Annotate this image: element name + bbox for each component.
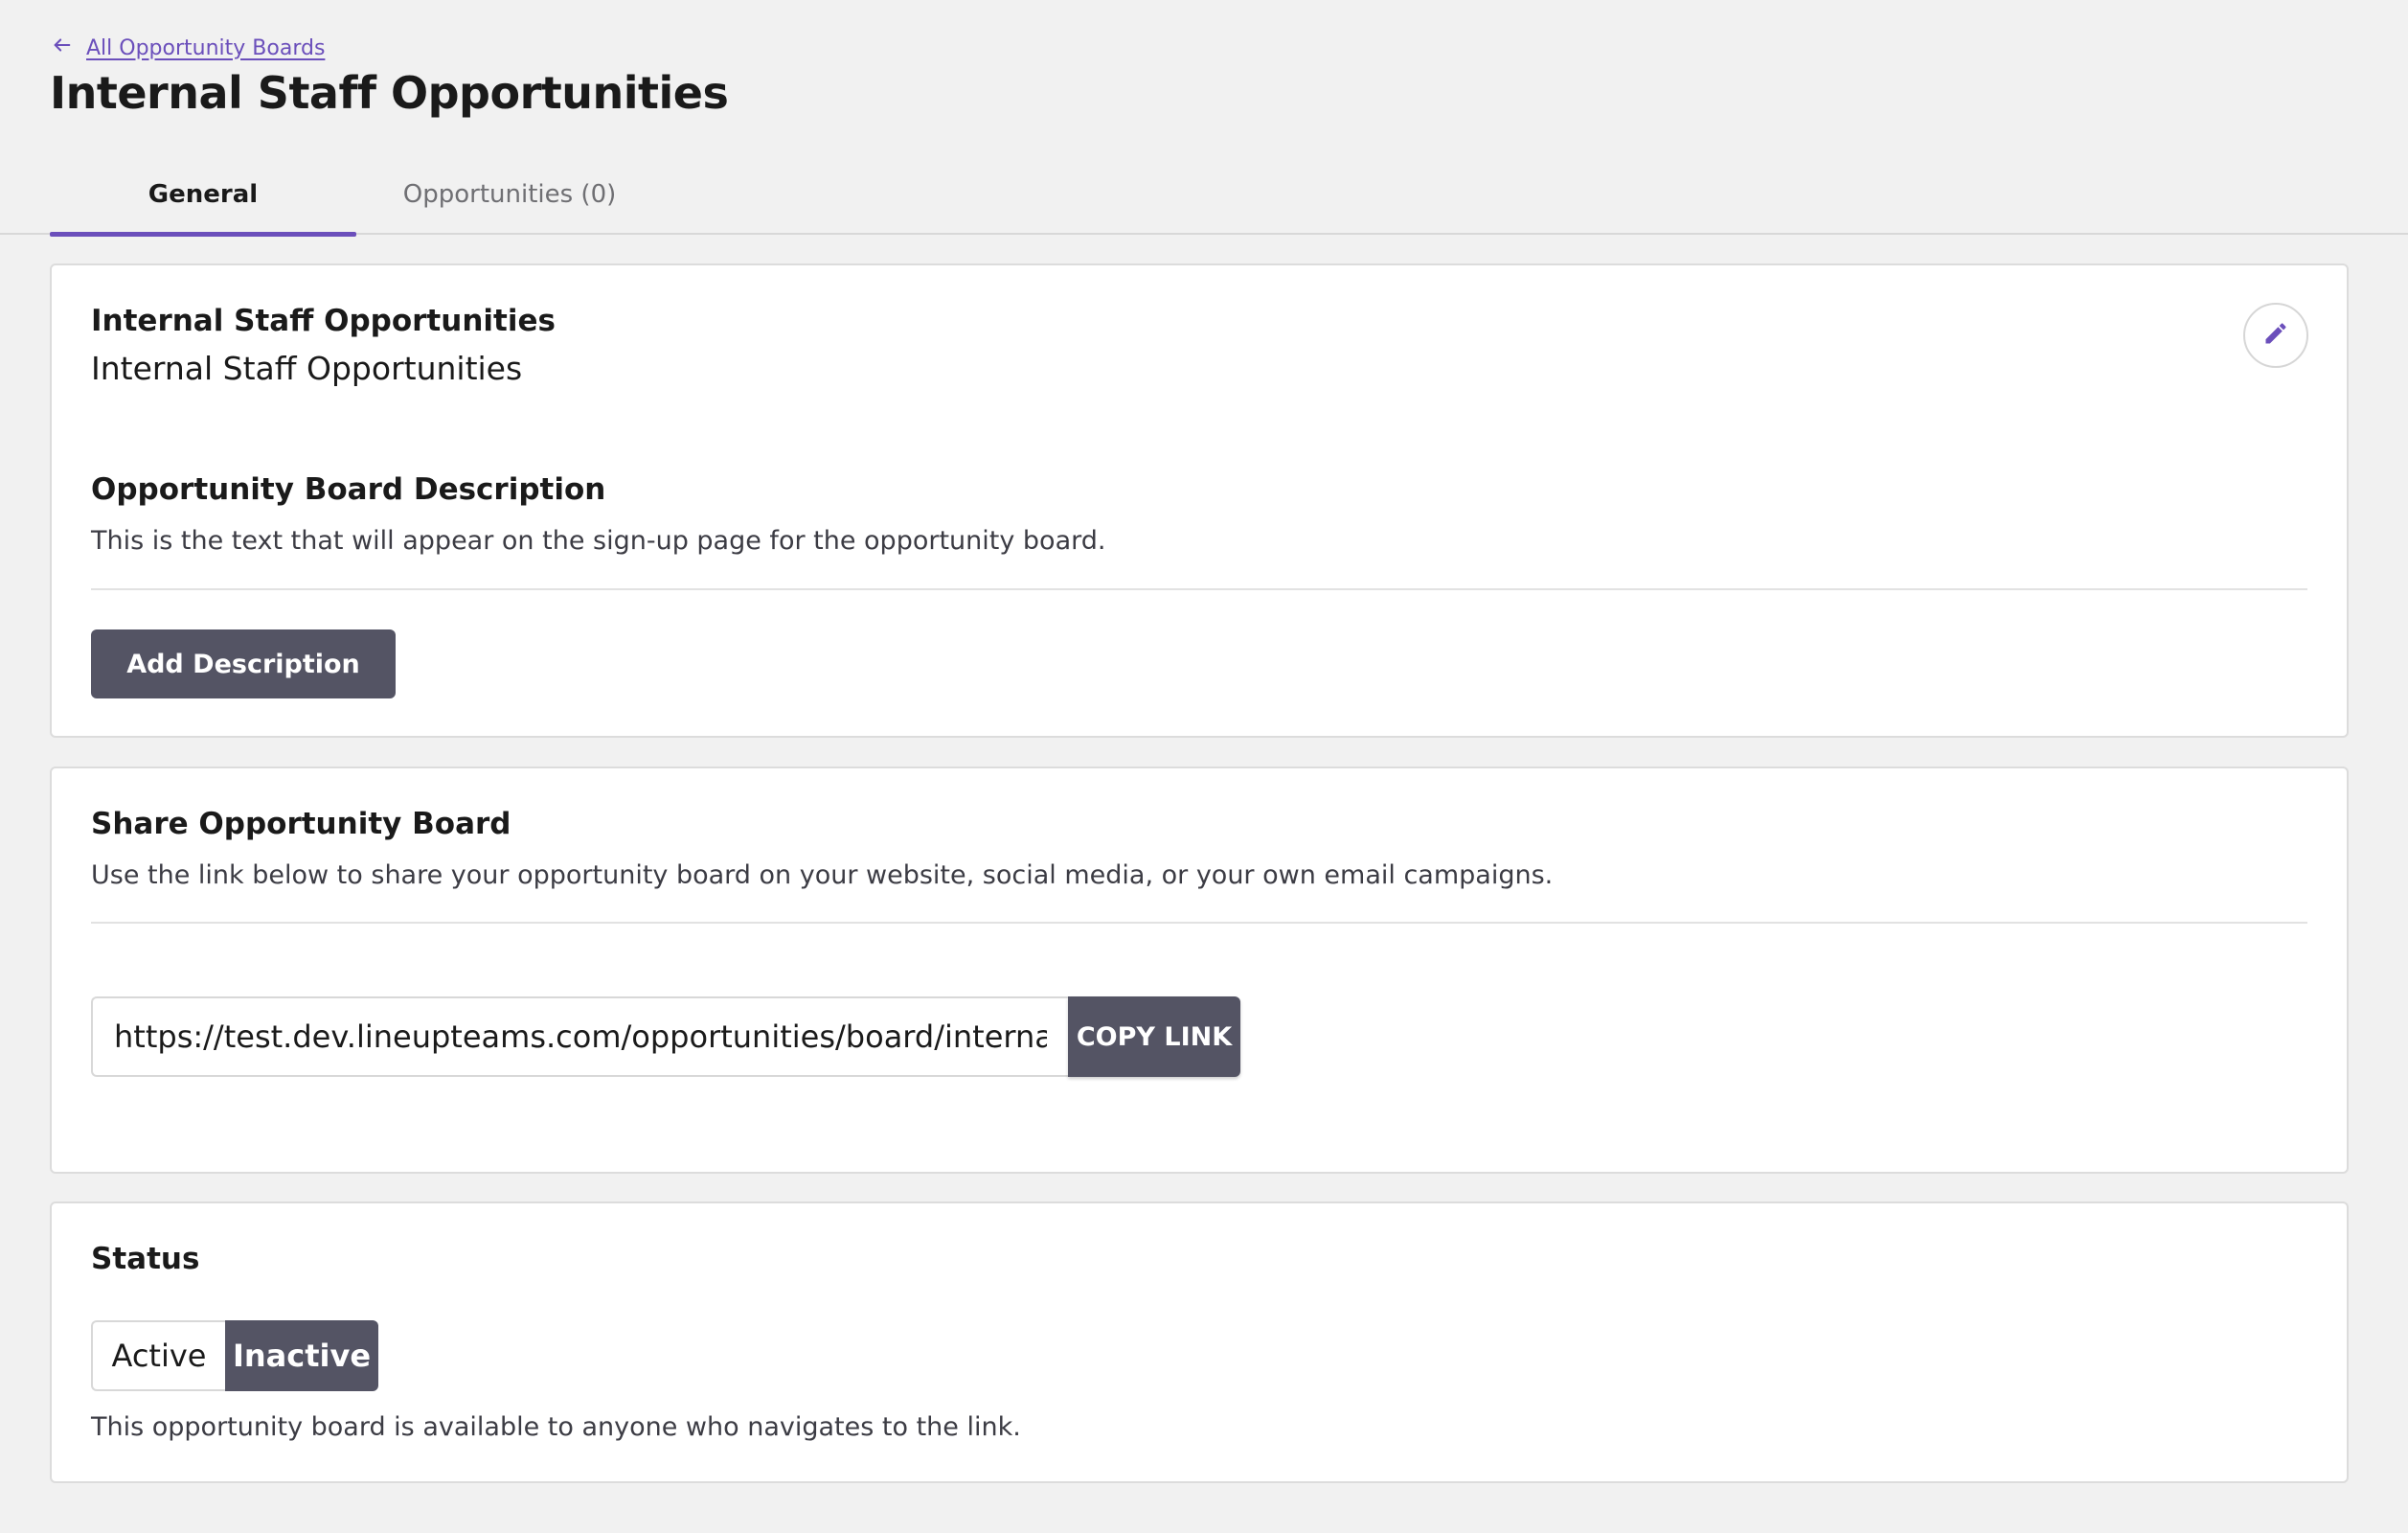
board-name-value: Internal Staff Opportunities (91, 350, 523, 387)
status-help-text: This opportunity board is available to a… (91, 1412, 1021, 1442)
page-title: Internal Staff Opportunities (50, 67, 729, 119)
share-link-input[interactable] (91, 996, 1068, 1077)
share-heading: Share Opportunity Board (91, 807, 511, 841)
add-description-button[interactable]: Add Description (91, 629, 396, 698)
back-link-label[interactable]: All Opportunity Boards (86, 36, 325, 60)
share-card: Share Opportunity Board Use the link bel… (50, 766, 2349, 1174)
share-help-text: Use the link below to share your opportu… (91, 860, 1554, 890)
divider (91, 588, 2307, 590)
edit-button[interactable] (2243, 303, 2308, 368)
tab-opportunities[interactable]: Opportunities (0) (356, 153, 663, 235)
status-inactive-option[interactable]: Inactive (225, 1320, 378, 1391)
pencil-icon (2262, 320, 2289, 351)
page-header: All Opportunity Boards Internal Staff Op… (0, 0, 2408, 237)
divider (91, 922, 2307, 924)
board-name-heading: Internal Staff Opportunities (91, 304, 556, 338)
back-link[interactable]: All Opportunity Boards (52, 34, 325, 61)
description-heading: Opportunity Board Description (91, 472, 606, 507)
status-active-option[interactable]: Active (91, 1320, 225, 1391)
copy-link-button[interactable]: COPY LINK (1068, 996, 1240, 1077)
tab-general[interactable]: General (50, 153, 356, 237)
general-card: Internal Staff Opportunities Internal St… (50, 263, 2349, 738)
arrow-left-icon (52, 34, 73, 61)
description-help-text: This is the text that will appear on the… (91, 526, 1106, 556)
tab-bar: General Opportunities (0) (0, 153, 2408, 237)
status-card: Status Active Inactive This opportunity … (50, 1201, 2349, 1483)
status-heading: Status (91, 1242, 200, 1276)
